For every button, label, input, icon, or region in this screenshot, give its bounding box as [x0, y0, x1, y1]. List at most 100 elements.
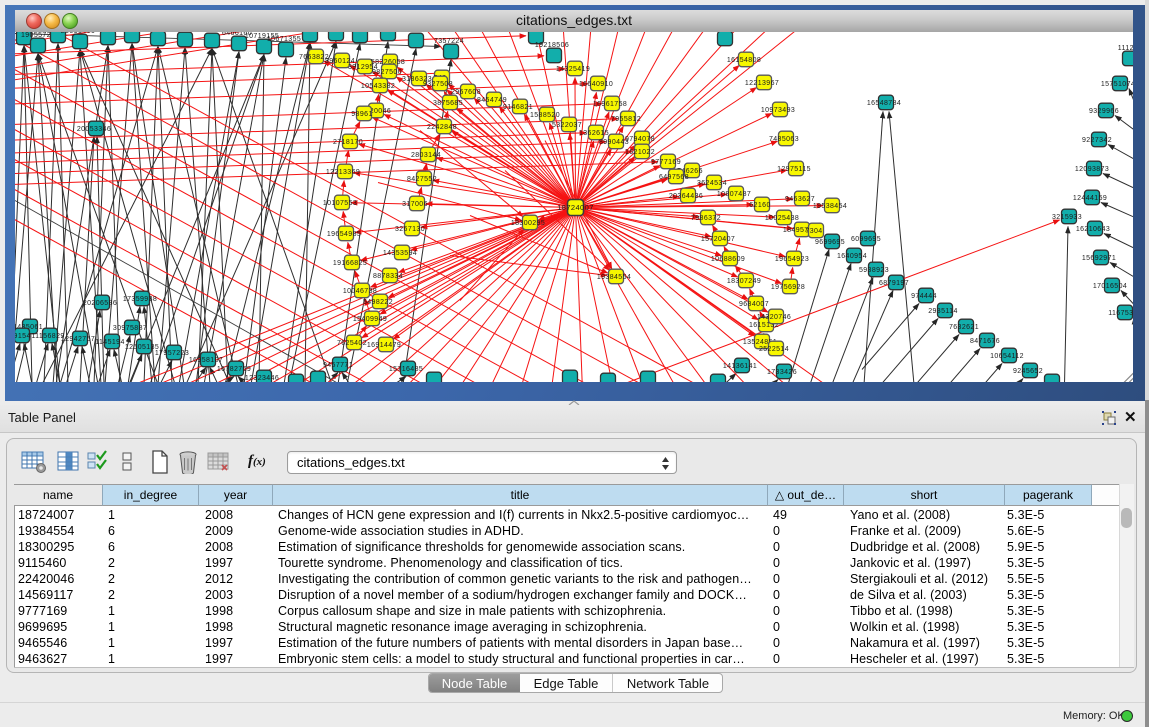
svg-text:9329966: 9329966: [1089, 107, 1119, 114]
svg-text:7485063: 7485063: [769, 135, 799, 142]
svg-text:16548784: 16548784: [867, 99, 901, 106]
svg-text:9146821: 9146821: [503, 103, 533, 110]
svg-text:11122: 11122: [1118, 45, 1133, 52]
svg-text:16958107: 16958107: [189, 356, 223, 363]
svg-text:16961758: 16961758: [593, 100, 627, 107]
svg-text:2522514: 2522514: [759, 345, 789, 352]
svg-text:20053346: 20053346: [77, 125, 111, 132]
svg-text:10543382: 10543382: [361, 82, 395, 89]
svg-text:20364436: 20364436: [669, 192, 703, 199]
svg-text:5322037: 5322037: [552, 121, 582, 128]
svg-text:5938923: 5938923: [859, 266, 889, 273]
svg-text:9777169: 9777169: [651, 158, 681, 165]
svg-text:19218506: 19218506: [535, 42, 569, 49]
svg-text:2718170: 2718170: [333, 138, 363, 145]
svg-text:14353594: 14353594: [383, 249, 417, 256]
svg-text:10688609: 10688609: [711, 255, 745, 262]
svg-text:2242848: 2242848: [427, 123, 457, 130]
svg-text:1621022: 1621022: [625, 148, 655, 155]
svg-text:15720407: 15720407: [701, 235, 735, 242]
svg-text:7955812: 7955812: [611, 115, 641, 122]
svg-text:16210643: 16210643: [1076, 225, 1110, 232]
svg-text:14325419: 14325419: [556, 65, 590, 72]
svg-text:5498222: 5498222: [363, 298, 393, 305]
svg-text:17359938: 17359938: [123, 295, 157, 302]
svg-text:12975115: 12975115: [777, 165, 811, 172]
svg-text:9699695: 9699695: [815, 238, 845, 245]
svg-text:16782759: 16782759: [217, 365, 251, 372]
svg-text:10025438: 10025438: [765, 214, 799, 221]
svg-text:12093873: 12093873: [1075, 165, 1109, 172]
svg-text:14320746: 14320746: [757, 313, 791, 320]
svg-text:6099695: 6099695: [851, 235, 881, 242]
svg-text:8471676: 8471676: [970, 337, 1000, 344]
svg-text:12942757: 12942757: [61, 335, 95, 342]
svg-text:16154808: 16154808: [727, 56, 761, 63]
svg-text:20091406: 20091406: [61, 32, 95, 35]
svg-text:10654112: 10654112: [990, 352, 1024, 359]
svg-text:15751074: 15751074: [1101, 80, 1133, 87]
svg-text:3624534: 3624534: [697, 179, 727, 186]
svg-text:974444: 974444: [911, 292, 937, 299]
svg-text:10046738: 10046738: [343, 287, 377, 294]
svg-text:17016504: 17016504: [1093, 282, 1127, 289]
svg-text:1640954: 1640954: [837, 252, 867, 259]
svg-text:7632621: 7632621: [949, 323, 979, 330]
svg-text:10807487: 10807487: [717, 190, 751, 197]
svg-text:1905572: 1905572: [21, 32, 51, 39]
svg-text:2803144: 2803144: [411, 151, 441, 158]
svg-text:15409949: 15409949: [353, 315, 387, 322]
svg-text:1733426: 1733426: [767, 368, 797, 375]
svg-text:9327508: 9327508: [423, 80, 453, 87]
svg-text:7304: 7304: [805, 227, 822, 234]
svg-text:19654923: 19654923: [775, 255, 809, 262]
svg-text:7357224: 7357224: [434, 38, 464, 45]
svg-text:1167533: 1167533: [1108, 309, 1133, 316]
svg-text:7625402: 7625402: [337, 339, 367, 346]
svg-text:20206586: 20206586: [83, 299, 117, 306]
svg-text:9794078: 9794078: [625, 135, 655, 142]
svg-text:9684007: 9684007: [739, 300, 769, 307]
svg-text:9827500: 9827500: [372, 68, 402, 75]
svg-text:12444159: 12444159: [1073, 194, 1107, 201]
svg-text:15716485: 15716485: [389, 365, 423, 372]
svg-text:8454749: 8454749: [477, 96, 507, 103]
svg-text:16914479: 16914479: [367, 341, 401, 348]
svg-text:2967608: 2967608: [451, 88, 481, 95]
svg-text:8878334: 8878334: [373, 272, 403, 279]
svg-text:39154: 39154: [15, 332, 31, 339]
svg-text:16640910: 16640910: [579, 80, 613, 87]
svg-text:12323446: 12323446: [245, 374, 279, 381]
svg-text:1145194: 1145194: [95, 338, 125, 345]
svg-text:1588520: 1588520: [530, 111, 560, 118]
svg-text:10671355: 10671355: [267, 36, 301, 43]
svg-text:11156829: 11156829: [31, 332, 64, 339]
svg-text:3267130: 3267130: [395, 225, 425, 232]
svg-text:12213967: 12213967: [745, 79, 779, 86]
svg-text:7986372: 7986372: [691, 214, 721, 221]
svg-text:16033809: 16033809: [397, 32, 431, 34]
svg-text:9463627: 9463627: [785, 195, 815, 202]
svg-text:30975887: 30975887: [113, 324, 147, 331]
svg-text:14136141: 14136141: [723, 362, 757, 369]
svg-text:8427552: 8427552: [407, 175, 437, 182]
svg-text:3875685: 3875685: [433, 99, 463, 106]
svg-text:19654985: 19654985: [327, 230, 361, 237]
svg-text:19166825: 19166825: [333, 259, 367, 266]
svg-text:18724007: 18724007: [557, 203, 594, 212]
svg-text:3215933: 3215933: [1052, 213, 1082, 220]
svg-text:15692971: 15692971: [1082, 254, 1116, 261]
svg-text:62160: 62160: [749, 201, 770, 208]
svg-text:9457771: 9457771: [323, 361, 353, 368]
svg-text:1362615: 1362615: [579, 129, 609, 136]
svg-text:19756928: 19756928: [771, 283, 805, 290]
svg-text:18307249: 18307249: [727, 277, 761, 284]
svg-text:9245652: 9245652: [1013, 367, 1043, 374]
svg-text:9227342: 9227342: [1082, 136, 1112, 143]
svg-text:6879197: 6879197: [879, 279, 909, 286]
svg-text:317006: 317006: [402, 200, 428, 207]
svg-text:19384554: 19384554: [597, 273, 631, 280]
svg-text:98961: 98961: [351, 110, 372, 117]
svg-text:18300295: 18300295: [511, 219, 545, 226]
svg-text:2935114: 2935114: [928, 307, 958, 314]
